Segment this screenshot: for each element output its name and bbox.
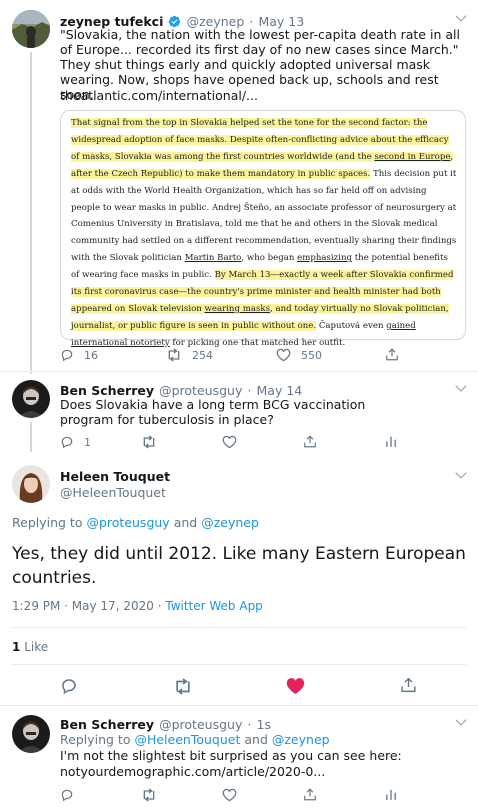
reply-button[interactable] [60,677,78,695]
divider [12,664,466,665]
retweet-count: 254 [192,348,213,362]
tweet-link[interactable]: notyourdemographic.com/article/2020-0... [60,764,325,779]
reply-icon [62,679,76,695]
heart-icon [276,348,291,362]
tweet-link[interactable]: theatlantic.com/international/... [60,88,258,103]
author-name[interactable]: Ben Scherrey [60,383,154,398]
separator: · [247,717,252,732]
like-button[interactable] [222,788,237,802]
attached-image[interactable]: That signal from the top in Slovakia hel… [60,110,466,348]
mention-link[interactable]: @zeynep [201,515,259,530]
share-button[interactable] [400,676,417,694]
tweet-text: Yes, they did until 2012. Like many East… [12,544,466,588]
retweet-icon [143,788,155,802]
author-handle[interactable]: @proteusguy [159,717,242,732]
share-button[interactable] [303,787,317,802]
divider [0,371,478,372]
retweet-button[interactable] [173,678,193,695]
mention-link[interactable]: @HeleenTouquet [134,732,240,747]
heart-icon [222,788,237,802]
retweet-button[interactable]: 254 [166,348,213,362]
share-icon [304,788,316,801]
heart-icon [222,435,237,449]
tweet-text: I'm not the slightest bit surprised as y… [60,748,402,763]
share-button[interactable] [303,434,317,449]
retweet-icon [143,435,155,449]
retweet-button[interactable] [141,435,157,449]
tweet-text: Does Slovakia have a long term BCG vacci… [60,397,366,427]
analytics-button[interactable] [385,435,397,448]
heart-filled-icon [286,678,305,694]
retweet-icon [168,348,180,362]
thread-line [30,422,32,452]
divider [0,705,478,706]
author-name[interactable]: Ben Scherrey [60,717,154,732]
tweet-source[interactable]: Twitter Web App [165,599,262,613]
avatar[interactable] [12,715,50,753]
reply-count: 16 [84,348,98,362]
chevron-down-icon[interactable] [455,380,467,392]
separator: · [247,383,252,398]
reply-icon [61,789,73,802]
share-icon [401,677,416,693]
reply-button[interactable] [60,788,74,802]
book-excerpt: That signal from the top in Slovakia hel… [71,118,457,348]
author-name[interactable]: Heleen Touquet [60,469,170,484]
avatar[interactable] [12,465,50,503]
replying-to: Replying to @proteusguy and @zeynep [12,515,259,530]
analytics-button[interactable] [385,788,397,801]
like-label: Like [24,640,49,654]
mention-link[interactable]: @zeynep [272,732,330,747]
reply-count: 1 [84,435,91,449]
avatar[interactable] [12,380,50,418]
chevron-down-icon[interactable] [455,714,467,726]
share-icon [304,435,316,448]
replying-to: Replying to @HeleenTouquet and @zeynep [60,732,330,747]
likes-summary[interactable]: 1 Like [12,640,48,654]
author-handle[interactable]: @proteusguy [159,383,242,398]
tweet-date[interactable]: 1s [257,717,271,732]
tweet-time[interactable]: 1:29 PM · May 17, 2020 [12,599,154,613]
reply-button[interactable]: 16 [60,348,98,362]
thread-line [30,52,32,374]
chevron-down-icon[interactable] [455,467,467,479]
reply-icon [61,349,73,362]
share-button[interactable] [385,347,399,362]
like-count: 550 [301,348,322,362]
tweet-date[interactable]: May 14 [257,383,303,398]
retweet-icon [176,678,190,695]
author-handle[interactable]: @HeleenTouquet [60,485,170,500]
like-button[interactable]: 550 [276,348,322,362]
like-total: 1 [12,640,21,654]
mention-link[interactable]: @proteusguy [86,515,169,530]
tweet-meta: 1:29 PM · May 17, 2020 · Twitter Web App [12,599,263,613]
share-icon [386,348,398,361]
like-button[interactable] [222,435,237,449]
divider [12,627,466,628]
like-button[interactable] [286,677,305,695]
chevron-down-icon[interactable] [455,10,467,22]
reply-icon [61,436,73,449]
separator: · [157,599,162,613]
reply-button[interactable]: 1 [60,435,91,449]
analytics-icon [386,436,396,447]
avatar[interactable] [12,10,50,48]
retweet-button[interactable] [141,788,157,802]
analytics-icon [386,789,396,800]
